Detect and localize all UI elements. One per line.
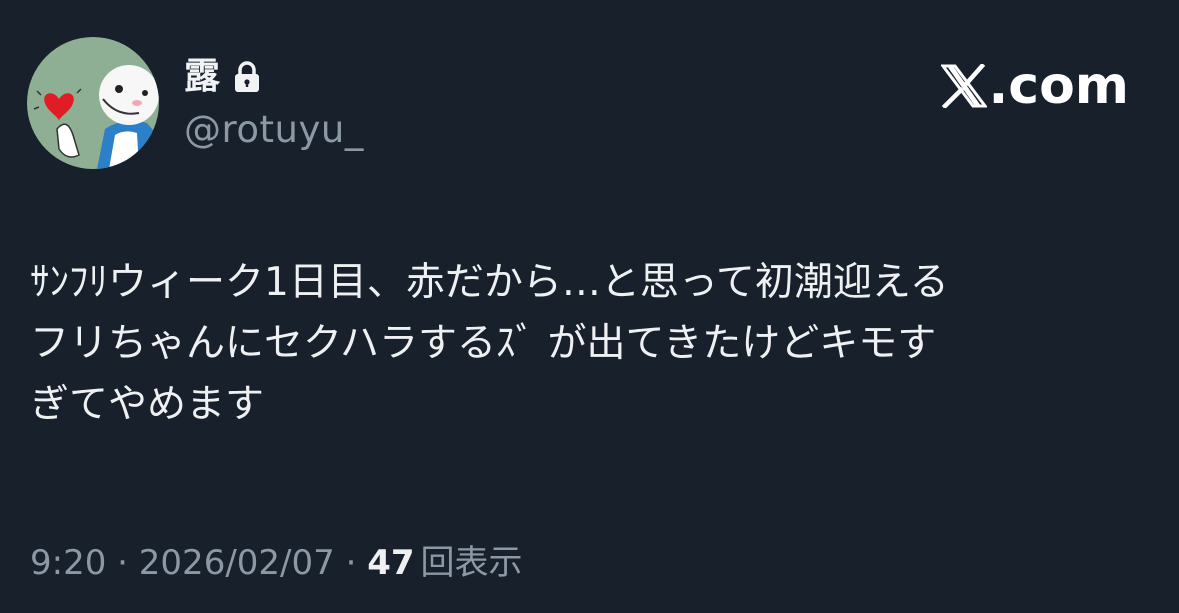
display-name-row: 露 [184, 52, 260, 102]
tweet-meta: 9:20 · 2026/02/07 · 47 回表示 [30, 543, 523, 584]
tweet-card: 露 @rotuyu_ .com ｻﾝﾌﾘウィーク1日目、赤だから…と思って初潮迎… [0, 0, 1179, 613]
user-handle[interactable]: @rotuyu_ [184, 109, 364, 151]
tweet-text: ｻﾝﾌﾘウィーク1日目、赤だから…と思って初潮迎える フリちゃんにセクハラするｽ… [30, 260, 949, 427]
brand-logo: .com [940, 56, 1130, 116]
avatar-image [27, 37, 159, 169]
display-name[interactable]: 露 [184, 59, 220, 95]
x-logo-icon [940, 64, 987, 108]
avatar[interactable] [27, 37, 159, 169]
lock-icon [235, 61, 260, 92]
meta-separator: · [334, 543, 368, 583]
views-label: 回表示 [420, 543, 523, 583]
brand-text: .com [988, 56, 1130, 116]
meta-separator: · [106, 543, 139, 583]
views-count: 47 [367, 543, 415, 583]
tweet-date[interactable]: 2026/02/07 [139, 543, 335, 584]
tweet-time[interactable]: 9:20 [30, 543, 106, 584]
